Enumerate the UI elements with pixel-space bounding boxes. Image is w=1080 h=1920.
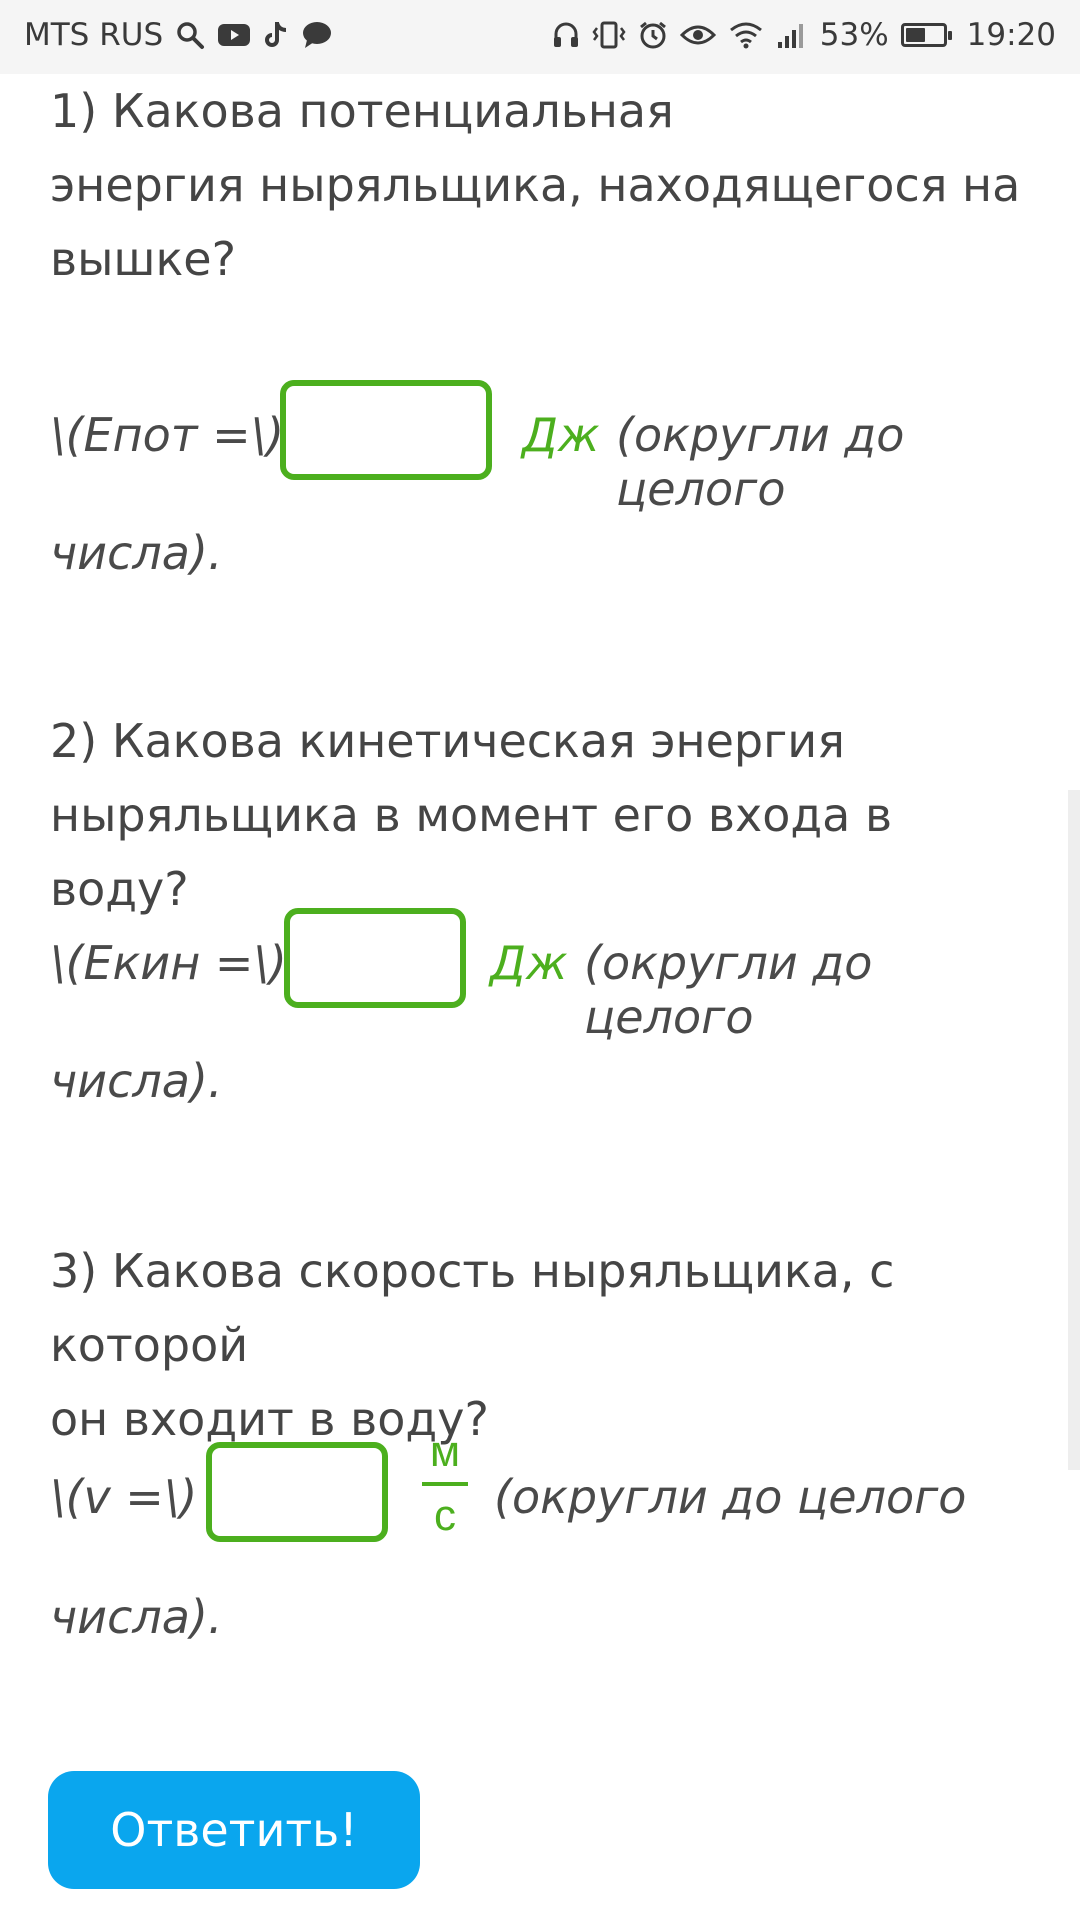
eye-icon [679,21,716,49]
question-1: 1) Какова потенциальная энергия ныряльщи… [50,74,1040,296]
headphones-icon [552,20,580,50]
answer-3-line: \(v =\) м с (округли до целого [50,1427,1040,1592]
question-1-line-3: вышке? [50,232,237,286]
answer-2-unit: Дж [490,936,568,990]
search-icon [175,20,205,50]
status-bar-left: MTS RUS [24,17,333,53]
answer-2-input[interactable] [284,908,466,1008]
answer-3-unit-fraction: м с [422,1426,468,1542]
question-1-line-2: энергия ныряльщика, находящегося на [50,158,1021,212]
answer-2-hint-continuation: числа). [50,1054,223,1108]
signal-icon [776,20,808,50]
answer-3-hint: (округли до целого [494,1470,967,1524]
question-3-line-1: 3) Какова скорость ныряльщика, с которой [50,1244,895,1372]
unit-denominator: с [434,1491,456,1540]
chat-bubble-icon [301,20,333,50]
answer-1-hint-continuation: числа). [50,526,223,580]
question-2-line-1: 2) Какова кинетическая энергия [50,714,845,768]
answer-2-prefix: \(Eкин =\) [50,936,287,990]
answer-1-input[interactable] [280,380,492,480]
answer-3-input[interactable] [206,1442,388,1542]
question-2-text: 2) Какова кинетическая энергия ныряльщик… [50,704,1030,926]
question-3-text: 3) Какова скорость ныряльщика, с которой… [50,1234,1030,1456]
battery-icon [900,23,952,47]
question-1-text: 1) Какова потенциальная энергия ныряльщи… [50,74,1030,296]
status-bar: MTS RUS 53% 19:20 [0,0,1080,74]
unit-numerator: м [429,1427,461,1476]
answer-2-hint: (округли до целого [584,936,873,1044]
tiktok-icon [263,20,289,50]
answer-3-prefix: \(v =\) [50,1470,198,1524]
question-2-line-2: ныряльщика в момент его входа в воду? [50,788,893,916]
youtube-icon [217,22,251,48]
answer-3-hint-continuation: числа). [50,1590,223,1644]
fraction-bar [422,1482,468,1486]
carrier-name: MTS RUS [24,17,164,53]
scrollbar[interactable] [1068,790,1080,1470]
battery-percent: 53% [819,17,889,53]
answer-1-prefix: \(Eпот =\) [50,408,285,462]
vibrate-icon [592,20,626,50]
wifi-icon [728,20,764,50]
alarm-icon [638,20,668,50]
question-1-line-1: 1) Какова потенциальная [50,84,674,138]
answer-1-unit: Дж [522,408,600,462]
status-bar-right: 53% 19:20 [552,17,1056,53]
answer-1-hint: (округли до целого [616,408,905,516]
clock: 19:20 [966,17,1056,53]
submit-button[interactable]: Ответить! [48,1771,420,1889]
answer-2-line: \(Eкин =\) Дж (округли до целого [50,908,1040,1044]
answer-1-line: \(Eпот =\) Дж (округли до целого [50,380,1040,516]
